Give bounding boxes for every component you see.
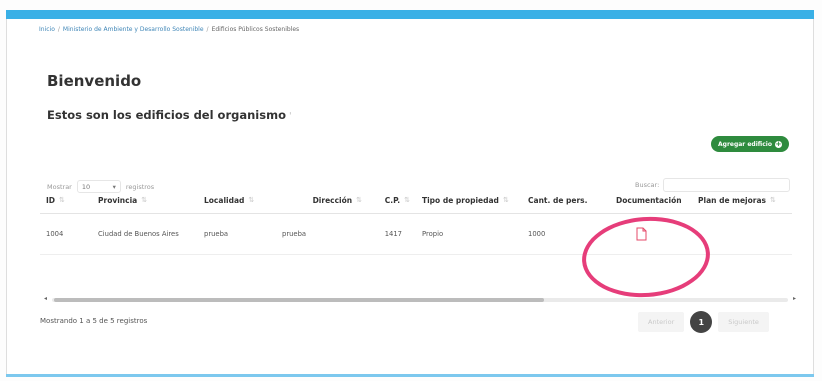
- breadcrumb-current: Edificios Públicos Sostenibles: [211, 26, 300, 33]
- col-header-plan-label: Plan de mejoras: [698, 195, 766, 205]
- add-building-button[interactable]: Agregar edificio +: [711, 136, 789, 152]
- document-icon[interactable]: [636, 227, 647, 241]
- pagination: Anterior 1 Siguiente: [638, 311, 769, 333]
- page-subtitle-text: Estos son los edificios del organismo: [47, 108, 286, 122]
- col-header-id[interactable]: ID ⇅: [40, 196, 92, 205]
- cell-direccion: prueba: [282, 230, 307, 238]
- breadcrumb-link-inicio[interactable]: Inicio: [39, 26, 55, 33]
- col-header-cant[interactable]: Cant. de pers.: [522, 196, 610, 205]
- col-header-direccion-label: Dirección: [312, 195, 353, 205]
- bottom-accent-bar: [6, 374, 814, 377]
- page-title: Bienvenido: [47, 72, 142, 90]
- sort-icon: ⇅: [59, 196, 65, 204]
- next-page-button[interactable]: Siguiente: [718, 312, 769, 332]
- add-building-label: Agregar edificio: [718, 140, 772, 148]
- col-header-provincia[interactable]: Provincia ⇅: [92, 196, 198, 205]
- col-header-doc[interactable]: Documentación: [610, 196, 692, 205]
- cell-tipo: Propio: [422, 230, 444, 238]
- col-header-tipo-label: Tipo de propiedad: [422, 195, 499, 205]
- table-info: Mostrando 1 a 5 de 5 registros: [40, 317, 148, 325]
- col-header-id-label: ID: [46, 195, 56, 205]
- breadcrumb: Inicio / Ministerio de Ambiente y Desarrol…: [39, 26, 299, 33]
- cell-provincia: Ciudad de Buenos Aires: [98, 230, 179, 238]
- col-header-cp[interactable]: C.P. ⇅: [368, 196, 416, 205]
- top-accent-bar: [6, 10, 814, 19]
- app-frame: Inicio / Ministerio de Ambiente y Desarrol…: [0, 0, 822, 381]
- cell-cant: 1000: [528, 230, 546, 238]
- col-header-provincia-label: Provincia: [98, 195, 138, 205]
- sort-icon: ⇅: [770, 196, 776, 204]
- cell-cp: 1417: [384, 230, 402, 238]
- plus-icon: +: [774, 139, 782, 148]
- cursor-mark: ˈ: [288, 112, 292, 122]
- buildings-table: ID ⇅ Provincia ⇅ Localidad ⇅ Dirección ⇅ C.P…: [40, 187, 792, 255]
- cell-localidad: prueba: [204, 230, 229, 238]
- sort-icon: ⇅: [356, 196, 362, 204]
- scroll-left-arrow-icon[interactable]: ◂: [44, 295, 47, 302]
- sort-icon: ⇅: [404, 196, 410, 204]
- sort-icon: ⇅: [502, 196, 509, 204]
- breadcrumb-separator: /: [206, 26, 209, 33]
- scroll-right-arrow-icon[interactable]: ▸: [793, 295, 796, 302]
- page-subtitle: Estos son los edificios del organismo ˈ: [47, 108, 291, 122]
- col-header-localidad[interactable]: Localidad ⇅: [198, 196, 276, 205]
- scroll-thumb[interactable]: [54, 298, 544, 302]
- col-header-localidad-label: Localidad: [204, 195, 245, 205]
- horizontal-scrollbar[interactable]: ◂ ▸: [44, 295, 796, 304]
- sort-icon: ⇅: [141, 196, 148, 204]
- col-header-cp-label: C.P.: [384, 195, 401, 205]
- col-header-doc-label: Documentación: [616, 195, 682, 205]
- sort-icon: ⇅: [248, 196, 255, 204]
- page-1-button[interactable]: 1: [690, 311, 713, 333]
- breadcrumb-separator: /: [57, 26, 60, 33]
- table-row[interactable]: 1004 Ciudad de Buenos Aires prueba prueb…: [40, 214, 792, 255]
- cell-id: 1004: [46, 230, 64, 238]
- col-header-cant-label: Cant. de pers.: [528, 195, 588, 205]
- prev-page-button[interactable]: Anterior: [638, 312, 685, 332]
- col-header-plan[interactable]: Plan de mejoras ⇅: [692, 196, 792, 205]
- table-header: ID ⇅ Provincia ⇅ Localidad ⇅ Dirección ⇅ C.P…: [40, 187, 792, 214]
- col-header-tipo[interactable]: Tipo de propiedad ⇅: [416, 196, 522, 205]
- cell-doc: [610, 227, 692, 241]
- breadcrumb-link-ministerio[interactable]: Ministerio de Ambiente y Desarrollo Sost…: [63, 26, 204, 33]
- col-header-direccion[interactable]: Dirección ⇅: [276, 196, 368, 205]
